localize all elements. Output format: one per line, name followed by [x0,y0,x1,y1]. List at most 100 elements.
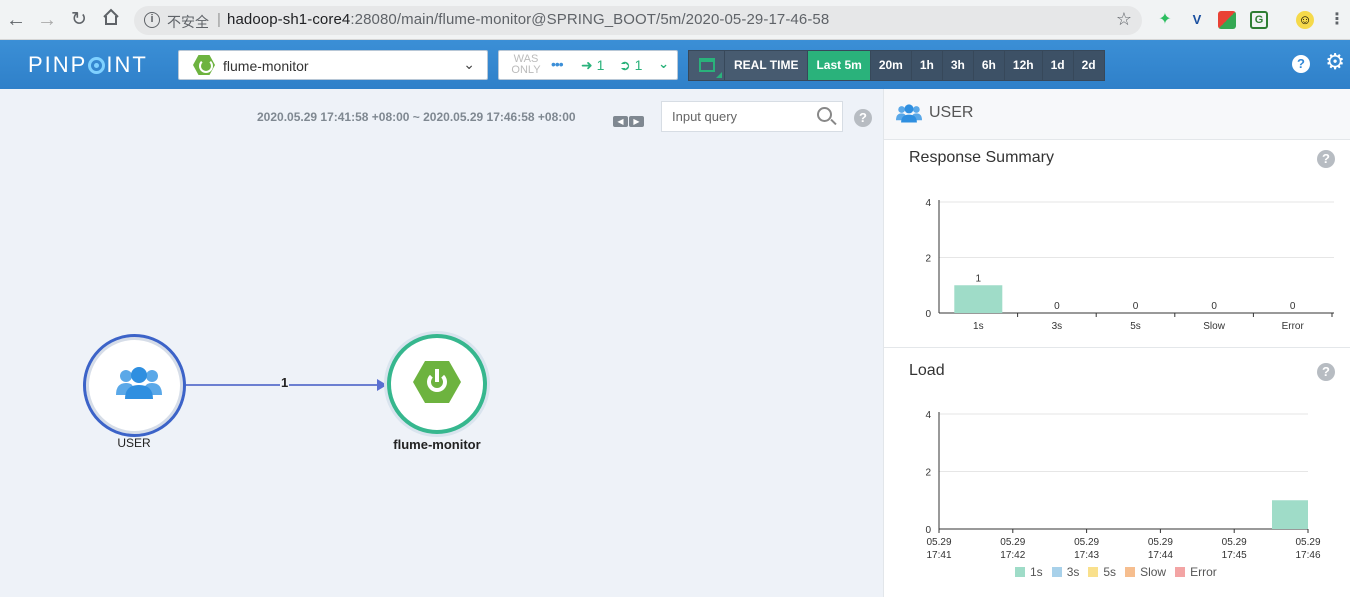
x-tick-label-time: 17:44 [1148,550,1173,561]
insecure-label: 不安全 [167,14,209,30]
y-tick-label: 0 [925,525,931,536]
server-map[interactable]: 2020.05.29 17:41:58 +08:00 ~ 2020.05.29 … [0,89,883,597]
panel-title: USER [929,104,974,121]
calendar-icon[interactable] [689,51,725,80]
time-btn-6h[interactable]: 6h [973,51,1005,80]
bar-value-label: 0 [1211,301,1217,312]
chevron-down-icon: ⌄ [463,56,475,72]
legend-item-5s[interactable]: 5s [1088,565,1116,579]
query-input[interactable] [661,101,843,132]
colorful-extension-icon[interactable] [1218,11,1236,29]
bar-value-label: 1 [976,273,982,284]
back-arrow-icon[interactable]: ← [4,8,28,32]
response-summary-chart: 0 2 4 1 1s 0 3s 0 5s 0 Slow 0 Error [925,198,1334,332]
green-extension-icon[interactable]: G [1250,11,1268,29]
time-btn-realtime[interactable]: REAL TIME [725,51,809,80]
help-icon[interactable]: ? [1292,55,1310,73]
time-btn-1d[interactable]: 1d [1042,51,1074,80]
panel-header: USER [884,89,1350,140]
y-tick-label: 4 [925,198,931,209]
load-bar-1s [1272,500,1308,529]
time-btn-12h[interactable]: 12h [1004,51,1043,80]
url-separator: | [217,11,221,28]
url-text[interactable]: hadoop-sh1-core4:28080/main/flume-monito… [227,11,829,28]
load-legend: 1s 3s 5s Slow Error [1015,565,1226,579]
x-tick-label-time: 17:45 [1222,550,1247,561]
pinpoint-logo[interactable]: PINP INT [28,52,148,78]
vue-devtools-icon[interactable]: V [1188,11,1206,29]
x-tick-label: 5s [1130,321,1141,332]
legend-item-slow[interactable]: Slow [1125,565,1166,579]
x-tick-label: Slow [1203,321,1225,332]
address-bar[interactable]: i 不安全 | hadoop-sh1-core4:28080/main/flum… [134,6,1142,35]
response-summary-title: Response Summary [909,149,1054,166]
users-icon [116,367,162,399]
x-tick-label-time: 17:43 [1074,550,1099,561]
outbound-depth[interactable]: ➲ 1 [619,57,642,74]
x-tick-label: Error [1282,321,1305,332]
user-node-label: USER [117,436,151,450]
info-icon[interactable]: i [144,12,160,28]
x-tick-label-date: 05.29 [1222,537,1247,548]
bookmark-star-icon[interactable]: ☆ [1116,9,1132,30]
help-icon[interactable]: ? [1317,363,1335,381]
application-node[interactable] [387,334,487,434]
search-icon[interactable] [817,107,832,122]
bar-value-label: 0 [1133,301,1139,312]
help-icon[interactable]: ? [1317,150,1335,168]
x-tick-label-date: 05.29 [926,537,951,548]
browser-menu-icon[interactable]: ⋮ [1328,11,1346,29]
evernote-icon[interactable]: ✦ [1156,11,1174,29]
bar-1s [954,285,1003,313]
y-tick-label: 4 [925,410,931,421]
profile-avatar-icon[interactable]: ☺ [1296,11,1314,29]
time-btn-last-5m[interactable]: Last 5m [808,51,871,80]
load-title: Load [909,362,945,379]
time-btn-3h[interactable]: 3h [942,51,974,80]
next-range-icon[interactable]: ▶ [629,116,644,127]
y-tick-label: 2 [925,254,931,265]
time-range-selector: REAL TIME Last 5m 20m 1h 3h 6h 12h 1d 2d [688,50,1105,81]
x-tick-label-date: 05.29 [1295,537,1320,548]
x-tick-label-date: 05.29 [1000,537,1025,548]
edge-call-count[interactable]: 1 [280,375,290,390]
application-select-label: flume-monitor [223,58,309,74]
range-navigation: ◀ ▶ [613,111,645,129]
load-chart: 0 2 4 05.29 17:41 05.29 17:42 05.29 17:43 05.29 17… [925,410,1321,561]
logo-o-icon [88,57,106,74]
time-range-text: 2020.05.29 17:41:58 +08:00 ~ 2020.05.29 … [257,110,576,124]
was-only-label[interactable]: WAS ONLY [511,54,541,76]
node-dots-icon: ••• [551,56,564,72]
info-panel: USER Response Summary ? 0 2 4 1 1s 0 3s 0 5s 0 Slo… [883,89,1350,597]
inbound-depth[interactable]: ➜ 1 [581,57,604,74]
spring-boot-icon [413,361,461,403]
application-node-label: flume-monitor [393,437,481,452]
y-tick-label: 0 [925,309,931,320]
prev-range-icon[interactable]: ◀ [613,116,628,127]
reload-icon[interactable]: ↻ [67,8,91,32]
gear-icon[interactable]: ⚙ [1325,51,1345,73]
help-icon[interactable]: ? [854,109,872,127]
was-only-filter[interactable]: WAS ONLY ••• ➜ 1 ➲ 1 ⌄ [498,50,678,80]
bar-value-label: 0 [1054,301,1060,312]
section-divider [884,347,1350,348]
legend-item-3s[interactable]: 3s [1051,565,1079,579]
edge-arrow [377,379,387,391]
time-btn-2d[interactable]: 2d [1073,51,1104,80]
time-btn-20m[interactable]: 20m [870,51,912,80]
forward-arrow-icon[interactable]: → [35,8,59,32]
time-btn-1h[interactable]: 1h [911,51,943,80]
x-tick-label: 3s [1052,321,1063,332]
x-tick-label-time: 17:42 [1000,550,1025,561]
user-node[interactable] [83,334,186,437]
y-tick-label: 2 [925,468,931,479]
home-icon[interactable] [99,8,123,32]
x-tick-label-time: 17:41 [926,550,951,561]
application-select[interactable]: flume-monitor ⌄ [178,50,488,80]
legend-item-error[interactable]: Error [1175,565,1217,579]
bar-value-label: 0 [1290,301,1296,312]
chevron-down-icon[interactable]: ⌄ [658,56,669,72]
spring-boot-icon [193,55,215,75]
legend-item-1s[interactable]: 1s [1015,565,1043,579]
browser-toolbar: ← → ↻ i 不安全 | hadoop-sh1-core4:28080/mai… [0,0,1350,40]
